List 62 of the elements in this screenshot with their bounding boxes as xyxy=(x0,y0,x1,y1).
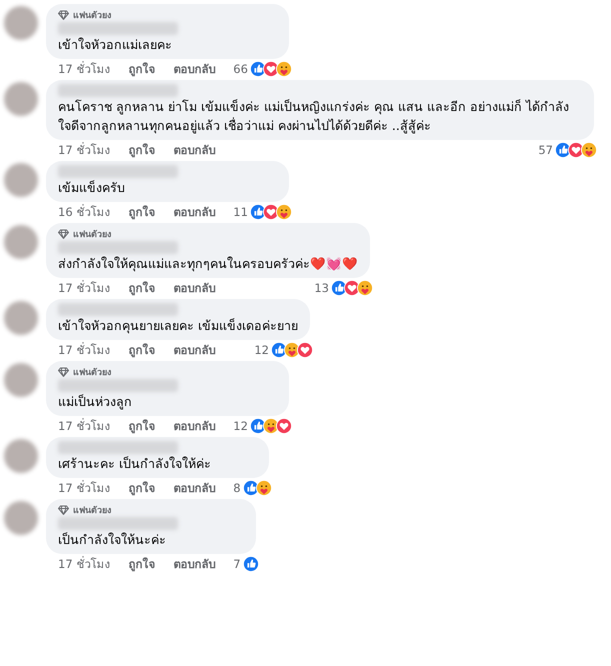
comment-text: แม่เป็นห่วงลูก xyxy=(58,393,133,411)
reply-link[interactable]: ตอบกลับ xyxy=(173,556,216,572)
reaction-count[interactable]: 12 xyxy=(254,342,269,358)
reply-link[interactable]: ตอบกลับ xyxy=(173,280,216,296)
like-link[interactable]: ถูกใจ xyxy=(128,342,156,358)
reaction-count[interactable]: 66 xyxy=(233,61,248,77)
avatar[interactable] xyxy=(4,363,38,397)
comment-text: เศร้านะคะ เป็นกำลังใจให้ค่ะ xyxy=(58,455,212,473)
comment-text: เข้มแข็งครับ xyxy=(58,179,126,197)
care-emoji-icon xyxy=(276,204,292,220)
comment-text: เข้าใจหัวอกคุนยายเลยคะ เข้มแข็งเดอค่ะยาย xyxy=(58,317,298,335)
comment-time[interactable]: 17 ชั่วโมง xyxy=(58,280,110,296)
avatar[interactable] xyxy=(4,163,38,197)
fan-badge-label: แฟนตัวยง xyxy=(73,366,111,379)
reply-link[interactable]: ตอบกลับ xyxy=(173,61,216,77)
like-link[interactable]: ถูกใจ xyxy=(128,142,156,158)
comment-text: เป็นกำลังใจให้นะค่ะ xyxy=(58,531,167,549)
fan-badge-label: แฟนตัวยง xyxy=(73,10,111,22)
comment-time[interactable]: 16 ชั่วโมง xyxy=(58,204,110,220)
comment-time[interactable]: 17 ชั่วโมง xyxy=(58,480,110,496)
avatar[interactable] xyxy=(4,6,38,40)
diamond-icon xyxy=(58,367,69,377)
care-emoji-icon xyxy=(276,61,292,77)
comment-time[interactable]: 17 ชั่วโมง xyxy=(58,418,110,434)
comment-text: คนโคราช ลูกหลาน ย่าโม เข้มแข็งค่ะ แม่เป็นหญิงแกร่งค่ะ คุณ แสน และอีก อย่างแม่ก็ ได้กำลังใจดีจากลูกหลานทุกคนอยู่แล้ว เชื่อว่าแม่ คงผ่านไปได้ด้วยดีค่ะ ..สู้สู้ค่ะ xyxy=(58,98,570,135)
comment-text: ส่งกำลังใจให้คุณแม่และทุกๆคนในครอบครัวค่ะ❤💓❤ xyxy=(58,255,358,273)
reply-link[interactable]: ตอบกลับ xyxy=(173,142,216,158)
avatar[interactable] xyxy=(4,82,38,116)
care-emoji-icon xyxy=(581,142,597,158)
avatar[interactable] xyxy=(4,439,38,473)
comment-time[interactable]: 17 ชั่วโมง xyxy=(58,342,110,358)
like-icon xyxy=(242,556,259,572)
care-emoji-icon xyxy=(256,480,272,496)
like-link[interactable]: ถูกใจ xyxy=(128,204,156,220)
care-emoji-icon xyxy=(357,280,373,296)
reply-link[interactable]: ตอบกลับ xyxy=(173,204,216,220)
reaction-count[interactable]: 13 xyxy=(314,280,329,296)
reply-link[interactable]: ตอบกลับ xyxy=(173,342,216,358)
comment-time[interactable]: 17 ชั่วโมง xyxy=(58,556,110,572)
diamond-icon xyxy=(58,505,69,515)
like-link[interactable]: ถูกใจ xyxy=(128,418,156,434)
avatar[interactable] xyxy=(4,301,38,335)
avatar[interactable] xyxy=(4,501,38,535)
comment-text: เข้าใจหัวอกแม่เลยคะ xyxy=(58,36,173,54)
fan-badge-label: แฟนตัวยง xyxy=(73,228,111,241)
diamond-icon xyxy=(58,10,69,20)
reaction-count[interactable]: 57 xyxy=(538,142,553,158)
reaction-count[interactable]: 8 xyxy=(233,480,241,496)
like-link[interactable]: ถูกใจ xyxy=(128,556,156,572)
like-link[interactable]: ถูกใจ xyxy=(128,61,156,77)
reply-link[interactable]: ตอบกลับ xyxy=(173,480,216,496)
reply-link[interactable]: ตอบกลับ xyxy=(173,418,216,434)
avatar[interactable] xyxy=(4,225,38,259)
fan-badge-label: แฟนตัวยง xyxy=(73,504,111,517)
reaction-count[interactable]: 7 xyxy=(233,556,241,572)
comment-time[interactable]: 17 ชั่วโมง xyxy=(58,61,110,77)
like-link[interactable]: ถูกใจ xyxy=(128,280,156,296)
reaction-count[interactable]: 11 xyxy=(233,204,248,220)
like-link[interactable]: ถูกใจ xyxy=(128,480,156,496)
comment-time[interactable]: 17 ชั่วโมง xyxy=(58,142,110,158)
diamond-icon xyxy=(58,229,69,239)
reaction-count[interactable]: 12 xyxy=(233,418,248,434)
